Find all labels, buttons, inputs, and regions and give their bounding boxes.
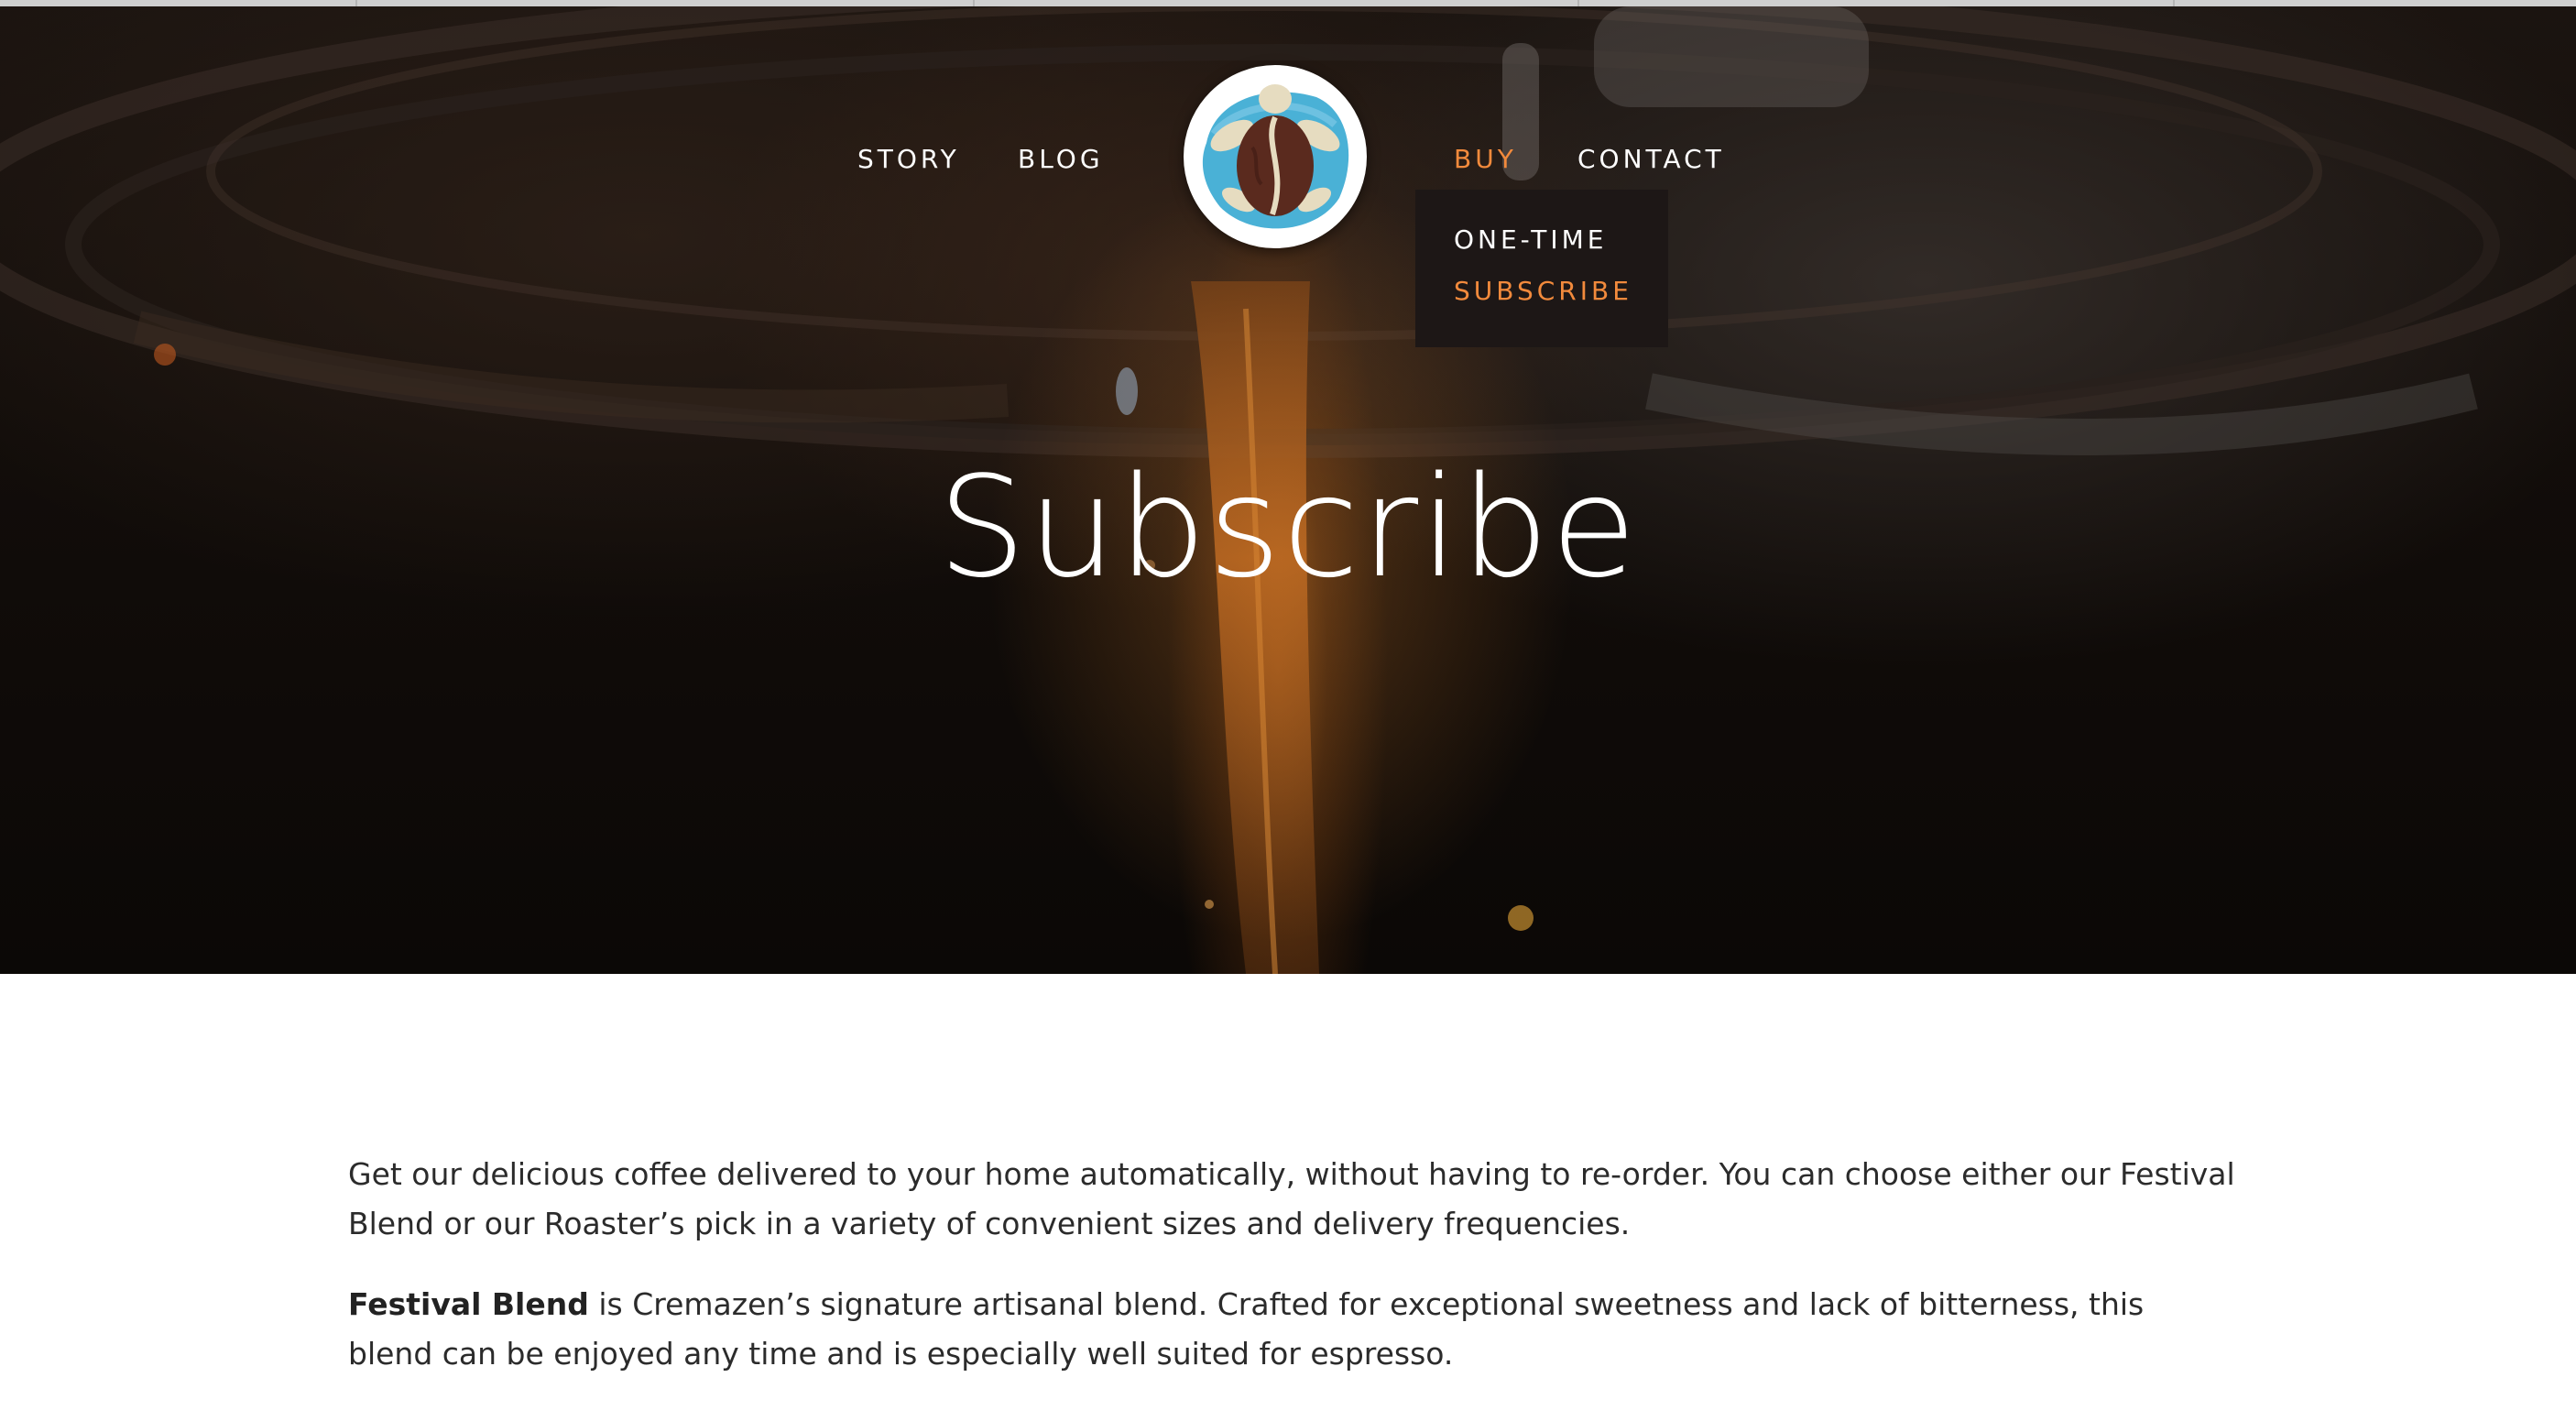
nav-blog-link[interactable]: BLOG	[1018, 144, 1104, 174]
tab-divider	[973, 0, 975, 6]
festival-blend-description: is Cremazen’s signature artisanal blend.…	[348, 1286, 2145, 1372]
browser-top-edge	[0, 0, 2576, 6]
nav-contact-link[interactable]: CONTACT	[1577, 144, 1725, 174]
hero-banner: STORY BLOG BUY CONTACT ONE-TIME SUBSCRIB…	[0, 6, 2576, 974]
dropdown-item-subscribe[interactable]: SUBSCRIBE	[1454, 276, 1632, 306]
festival-blend-name: Festival Blend	[348, 1286, 589, 1322]
nav-story-link[interactable]: STORY	[857, 144, 960, 174]
dropdown-item-one-time[interactable]: ONE-TIME	[1454, 224, 1607, 255]
nav-buy-link[interactable]: BUY	[1454, 144, 1517, 174]
page-title: Subscribe	[937, 446, 1639, 608]
turtle-coffee-bean-logo-icon[interactable]	[1184, 65, 1367, 248]
logo-graphic	[1188, 70, 1362, 244]
buy-dropdown-menu: ONE-TIME SUBSCRIBE	[1415, 190, 1668, 347]
intro-paragraph: Get our delicious coffee delivered to yo…	[348, 1156, 2235, 1241]
tab-divider	[355, 0, 357, 6]
main-content: Get our delicious coffee delivered to yo…	[348, 1150, 2235, 1410]
tab-divider	[2173, 0, 2175, 6]
festival-blend-paragraph: Festival Blend is Cremazen’s signature a…	[348, 1280, 2235, 1379]
tab-divider	[1577, 0, 1579, 6]
